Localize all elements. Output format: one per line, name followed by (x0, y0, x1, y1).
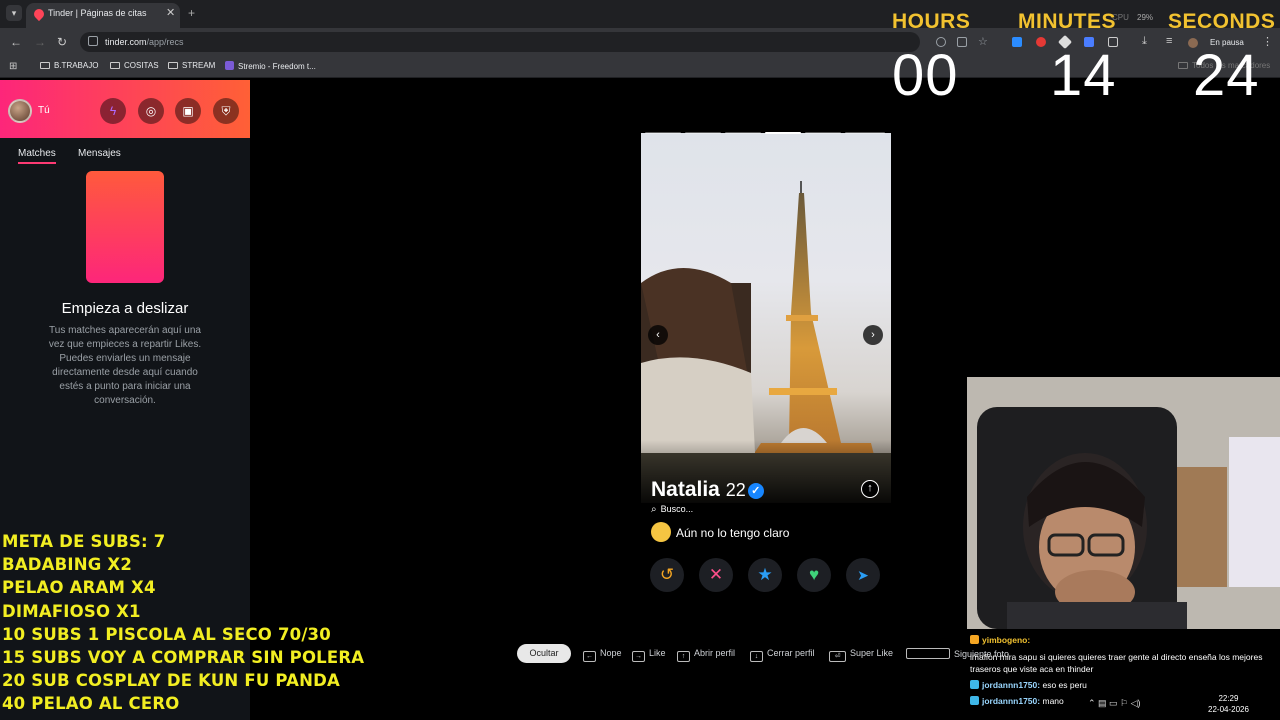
taskbar-clock[interactable]: 22:29 22-04-2026 (1208, 693, 1249, 715)
reload-icon[interactable]: ↻ (57, 35, 67, 49)
verified-badge-icon: ✓ (747, 483, 764, 499)
hint-like: → Like (632, 648, 666, 662)
next-photo-icon[interactable]: › (863, 325, 883, 345)
stremio-icon (225, 61, 234, 70)
empty-state-description: Tus matches aparecerán aquí una vez que … (48, 325, 202, 406)
tab-search-icon[interactable]: ▾ (6, 5, 22, 21)
bookmark-stremio[interactable]: Stremio - Freedom t... (225, 61, 316, 71)
timer-seconds-label: SECONDS (1168, 10, 1276, 33)
goal-line: DIMAFIOSO X1 (2, 601, 141, 621)
cpu-value: 29% (1137, 13, 1154, 22)
boost-icon[interactable]: ϟ (100, 98, 126, 124)
bookmark-folder-cositas[interactable]: COSITAS (110, 61, 159, 70)
photo-progress-segment (725, 132, 761, 134)
photo-progress-segment-active (765, 132, 801, 134)
timer-hours: 00 (892, 43, 959, 108)
chat-message: imafion mira sapu si quieres quieres tra… (970, 651, 1263, 674)
briefcase-icon[interactable]: ▣ (175, 98, 201, 124)
bookmark-folder-stream[interactable]: STREAM (168, 61, 215, 70)
chat-message: jordannn1750: eso es peru (970, 677, 1280, 694)
timer-hours-label: HOURS (892, 10, 971, 33)
explore-compass-icon[interactable]: ◎ (138, 98, 164, 124)
right-key-icon: → (632, 651, 645, 662)
bookmark-folder-btrabajo[interactable]: B.TRABAJO (40, 61, 98, 70)
goal-line: 10 SUBS 1 PISCOLA AL SECO 70/30 (2, 624, 331, 644)
boost-send-button[interactable]: ➤ (846, 558, 880, 592)
new-tab-icon[interactable]: + (188, 6, 195, 20)
rewind-button[interactable]: ↺ (650, 558, 684, 592)
thinking-emoji-icon (651, 522, 671, 542)
photo-progress-segment (645, 132, 681, 134)
photo-progress-segment (845, 132, 885, 134)
folder-icon (110, 62, 120, 69)
timer-minutes-label: MINUTES (1018, 10, 1116, 33)
folder-icon (40, 62, 50, 69)
hide-hints-button[interactable]: Ocultar (517, 644, 571, 663)
goal-line: META DE SUBS: 7 (2, 532, 166, 551)
timer-seconds: 24 (1193, 43, 1260, 108)
tab-close-icon[interactable]: ✕ (166, 6, 175, 19)
up-key-icon: ↑ (677, 651, 690, 662)
bookmark-star-icon[interactable]: ☆ (978, 35, 988, 48)
url-text[interactable]: tinder.com/app/recs (105, 37, 184, 47)
goal-line: 20 SUB COSPLAY DE KUN FU PANDA (2, 671, 341, 691)
looking-for-label: ⌕ Busco... (651, 504, 694, 515)
empty-state-title: Empieza a deslizar (61, 300, 189, 317)
super-like-button[interactable]: ★ (748, 558, 782, 592)
crown-badge-icon (970, 635, 979, 644)
address-bar[interactable] (80, 32, 920, 52)
prev-photo-icon[interactable]: ‹ (648, 325, 668, 345)
shield-icon[interactable]: ⛨ (213, 98, 239, 124)
folder-icon (1178, 62, 1188, 69)
goal-line: PELAO ARAM X4 (2, 578, 156, 598)
apps-grid-icon[interactable]: ⊞ (9, 61, 17, 72)
goal-line: BADABING X2 (2, 555, 133, 575)
downloads-icon[interactable]: ⤓ (1142, 35, 1147, 48)
enter-key-icon: ⏎ (829, 651, 846, 662)
sub-badge-icon (970, 696, 979, 705)
webcam-overlay (967, 377, 1280, 629)
tray-icons[interactable]: ⌃ ▤ ▭ ⚐ ◁) (1088, 698, 1141, 709)
extension-icon[interactable] (1012, 37, 1022, 47)
nope-button[interactable]: ✕ (699, 558, 733, 592)
folder-icon (168, 62, 178, 69)
profile-name: Natalia 22 ✓ (651, 478, 764, 502)
sub-badge-icon (970, 679, 979, 689)
down-key-icon: ↓ (750, 651, 763, 662)
reading-list-icon[interactable]: ≡ (1166, 35, 1172, 47)
menu-icon[interactable]: ⋮ (1262, 35, 1273, 48)
profile-label[interactable]: Tú (38, 105, 50, 116)
sub-goals-overlay: META DE SUBS: 7 BADABING X2 PELAO ARAM X… (2, 530, 402, 716)
open-profile-icon[interactable]: ↑ (861, 480, 879, 498)
goal-line: 40 PELAO AL CERO (2, 694, 180, 714)
hint-super-like: ⏎ Super Like (829, 648, 893, 662)
goal-line: 15 SUBS VOY A COMPRAR SIN POLERA (2, 648, 365, 668)
like-button[interactable]: ♥ (797, 558, 831, 592)
tab-messages[interactable]: Mensajes (78, 148, 121, 159)
extension-icon[interactable] (1036, 37, 1046, 47)
tab-title: Tinder | Páginas de citas (48, 8, 147, 18)
hint-close-profile: ↓ Cerrar perfil (750, 648, 815, 662)
tab-matches[interactable]: Matches (18, 148, 56, 164)
streamer-webcam-image (967, 377, 1280, 629)
avatar[interactable] (8, 99, 32, 123)
site-info-icon[interactable] (88, 36, 98, 46)
back-icon[interactable]: ← (10, 35, 22, 49)
chat-message: yimbogeno: (970, 632, 1280, 649)
forward-icon[interactable]: → (34, 35, 46, 49)
photo-progress-segment (805, 132, 841, 134)
photo-progress-segment (685, 132, 721, 134)
left-key-icon: ← (583, 651, 596, 662)
hint-nope: ← Nope (583, 648, 622, 662)
hint-open-profile: ↑ Abrir perfil (677, 648, 735, 662)
timer-minutes: 14 (1050, 43, 1117, 108)
looking-for-value: Aún no lo tengo claro (651, 522, 789, 542)
space-key-icon (906, 648, 950, 659)
search-icon: ⌕ (651, 504, 657, 515)
match-placeholder-card (86, 171, 164, 283)
profile-age: 22 (725, 480, 746, 500)
